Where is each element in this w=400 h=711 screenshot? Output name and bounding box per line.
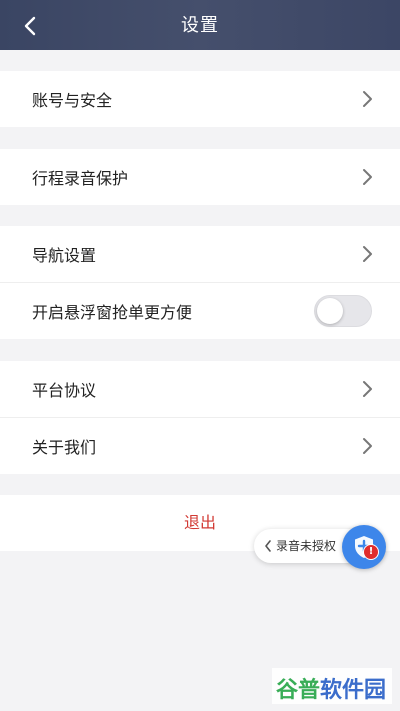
settings-item-label: 关于我们 [32, 438, 97, 457]
watermark-text-b: 软件园 [320, 678, 387, 703]
floating-window-toggle[interactable] [314, 295, 372, 327]
settings-item-label: 行程录音保护 [32, 169, 129, 188]
chevron-right-icon [363, 169, 372, 185]
settings-item-trip-recording[interactable]: 行程录音保护 [0, 149, 400, 205]
chevron-left-icon [265, 540, 271, 552]
chevron-right-icon [363, 91, 372, 107]
chevron-right-icon [363, 246, 372, 262]
page-title: 设置 [181, 15, 219, 36]
settings-group-trip: 行程录音保护 [0, 149, 400, 205]
watermark-text: 谷普软件园 [276, 672, 386, 704]
settings-item-floating-window: 开启悬浮窗抢单更方便 [0, 282, 400, 339]
settings-group-info: 平台协议 关于我们 [0, 361, 400, 474]
settings-item-navigation[interactable]: 导航设置 [0, 226, 400, 282]
chevron-right-icon [363, 381, 372, 397]
settings-item-about-us[interactable]: 关于我们 [0, 417, 400, 474]
title-bar: 设置 [0, 0, 400, 50]
settings-item-label: 开启悬浮窗抢单更方便 [32, 303, 193, 322]
watermark-logo: 谷普软件园 [272, 668, 392, 704]
settings-item-label: 导航设置 [32, 246, 97, 265]
settings-group-account: 账号与安全 [0, 71, 400, 127]
watermark-text-a: 谷普 [276, 678, 321, 703]
settings-item-label: 平台协议 [32, 381, 97, 400]
recording-permission-label: 录音未授权 [276, 539, 337, 553]
settings-item-platform-agreement[interactable]: 平台协议 [0, 361, 400, 417]
toggle-knob [317, 298, 343, 324]
settings-group-navigation: 导航设置 开启悬浮窗抢单更方便 [0, 226, 400, 339]
alert-badge: ! [363, 544, 379, 560]
settings-item-account-security[interactable]: 账号与安全 [0, 71, 400, 127]
settings-item-label: 账号与安全 [32, 91, 113, 110]
chevron-right-icon [363, 438, 372, 454]
